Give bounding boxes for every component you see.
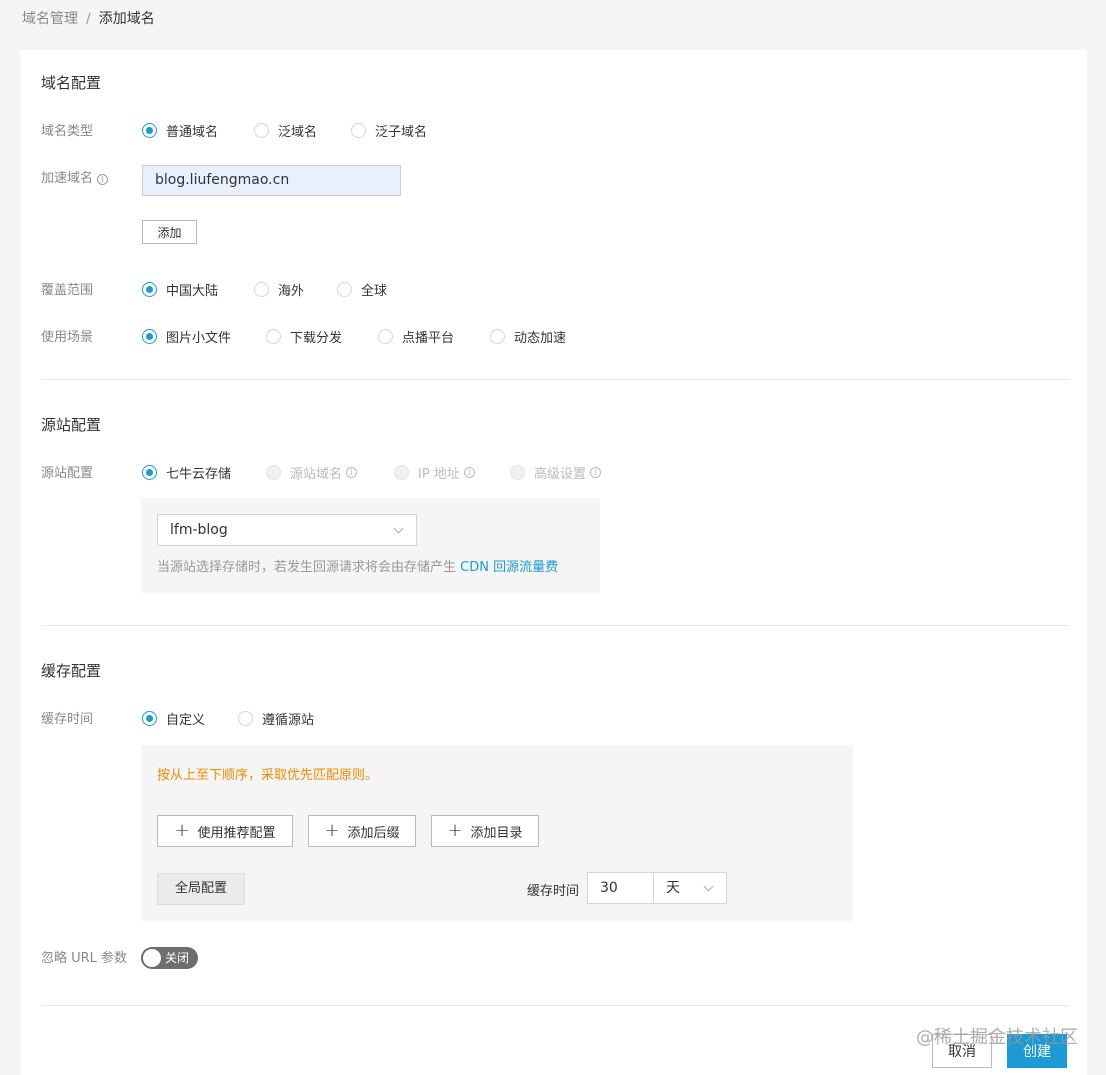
divider bbox=[41, 379, 1069, 380]
cache-time-input[interactable]: 30 bbox=[587, 872, 654, 904]
origin-row-label: 源站配置 bbox=[41, 466, 94, 481]
radio-dot bbox=[394, 465, 409, 480]
radio-scene-image[interactable]: 图片小文件 bbox=[142, 327, 231, 346]
radio-origin-qiniu[interactable]: 七牛云存储 bbox=[142, 463, 231, 482]
ignore-url-toggle[interactable]: 关闭 bbox=[141, 947, 198, 969]
breadcrumb-parent[interactable]: 域名管理 bbox=[22, 11, 78, 27]
cache-rules-panel: 按从上至下顺序，采取优先匹配原则。 + 使用推荐配置 + 添加后缀 + 添加目录 全局… bbox=[141, 745, 853, 921]
add-suffix-button[interactable]: + 添加后缀 bbox=[308, 815, 416, 847]
radio-dot bbox=[378, 329, 393, 344]
info-icon: i bbox=[590, 467, 602, 478]
radio-dot bbox=[490, 329, 505, 344]
cache-time-label: 缓存时间 bbox=[527, 884, 580, 899]
radio-dot bbox=[142, 282, 157, 297]
cache-order-notice: 按从上至下顺序，采取优先匹配原则。 bbox=[157, 768, 379, 783]
radio-dot bbox=[351, 123, 366, 138]
domain-type-label: 域名类型 bbox=[41, 124, 94, 139]
info-icon: i bbox=[463, 467, 475, 478]
radio-coverage-mainland[interactable]: 中国大陆 bbox=[142, 280, 218, 299]
radio-dot bbox=[142, 711, 157, 726]
radio-origin-domain: 源站域名 i bbox=[266, 463, 358, 482]
bucket-select[interactable]: lfm-blog bbox=[157, 514, 417, 546]
chevron-down-icon bbox=[703, 881, 714, 892]
radio-origin-ip: IP 地址 i bbox=[394, 463, 475, 482]
radio-dot bbox=[337, 282, 352, 297]
divider bbox=[41, 1005, 1069, 1006]
ignore-url-label: 忽略 URL 参数 bbox=[41, 951, 128, 966]
origin-hint: 当源站选择存储时，若发生回源请求将会由存储产生 CDN 回源流量费 bbox=[157, 560, 559, 575]
radio-dot bbox=[142, 123, 157, 138]
accel-domain-input[interactable]: blog.liufengmao.cn bbox=[142, 165, 401, 196]
coverage-label: 覆盖范围 bbox=[41, 283, 94, 298]
radio-domain-wildcard-sub[interactable]: 泛子域名 bbox=[351, 121, 427, 140]
radio-coverage-overseas[interactable]: 海外 bbox=[254, 280, 304, 299]
info-icon[interactable]: i bbox=[97, 174, 109, 185]
origin-bucket-panel: lfm-blog 当源站选择存储时，若发生回源请求将会由存储产生 CDN 回源流… bbox=[141, 498, 600, 593]
plus-icon: + bbox=[174, 820, 190, 841]
domain-config-title: 域名配置 bbox=[41, 74, 102, 92]
cache-time-unit-select[interactable]: 天 bbox=[653, 872, 727, 904]
toggle-knob bbox=[143, 949, 161, 967]
accel-domain-label: 加速域名 i bbox=[41, 167, 109, 186]
radio-dot bbox=[254, 123, 269, 138]
radio-dot bbox=[266, 329, 281, 344]
origin-config-title: 源站配置 bbox=[41, 416, 102, 434]
divider bbox=[41, 625, 1069, 626]
breadcrumb-separator: / bbox=[86, 11, 91, 27]
radio-dot bbox=[254, 282, 269, 297]
cache-time-row-label: 缓存时间 bbox=[41, 712, 94, 727]
radio-cache-follow-origin[interactable]: 遵循源站 bbox=[238, 709, 314, 728]
cache-config-title: 缓存配置 bbox=[41, 662, 102, 680]
radio-scene-dynamic[interactable]: 动态加速 bbox=[490, 327, 566, 346]
radio-origin-advanced: 高级设置 i bbox=[510, 463, 602, 482]
breadcrumb-current: 添加域名 bbox=[98, 11, 155, 27]
watermark: @稀土掘金技术社区 bbox=[916, 1027, 1078, 1048]
radio-scene-vod[interactable]: 点播平台 bbox=[378, 327, 454, 346]
cdn-fee-link[interactable]: CDN 回源流量费 bbox=[460, 560, 558, 575]
info-icon: i bbox=[346, 467, 358, 478]
radio-dot bbox=[238, 711, 253, 726]
radio-domain-normal[interactable]: 普通域名 bbox=[142, 121, 218, 140]
scene-label: 使用场景 bbox=[41, 330, 94, 345]
radio-cache-custom[interactable]: 自定义 bbox=[142, 709, 205, 728]
add-domain-form: 域名配置 域名类型 普通域名 泛域名 泛子域名 加速域名 i blog.liufe… bbox=[21, 50, 1087, 1075]
radio-dot bbox=[142, 329, 157, 344]
radio-dot bbox=[510, 465, 525, 480]
radio-coverage-global[interactable]: 全球 bbox=[337, 280, 387, 299]
global-config-label: 全局配置 bbox=[157, 873, 245, 905]
radio-domain-wildcard[interactable]: 泛域名 bbox=[254, 121, 317, 140]
add-directory-button[interactable]: + 添加目录 bbox=[431, 815, 539, 847]
plus-icon: + bbox=[447, 820, 463, 841]
radio-dot bbox=[266, 465, 281, 480]
plus-icon: + bbox=[324, 820, 340, 841]
radio-dot bbox=[142, 465, 157, 480]
radio-scene-download[interactable]: 下载分发 bbox=[266, 327, 342, 346]
use-recommended-button[interactable]: + 使用推荐配置 bbox=[157, 815, 293, 847]
breadcrumb: 域名管理 / 添加域名 bbox=[22, 8, 155, 28]
add-domain-button[interactable]: 添加 bbox=[142, 220, 197, 244]
chevron-down-icon bbox=[393, 523, 404, 534]
